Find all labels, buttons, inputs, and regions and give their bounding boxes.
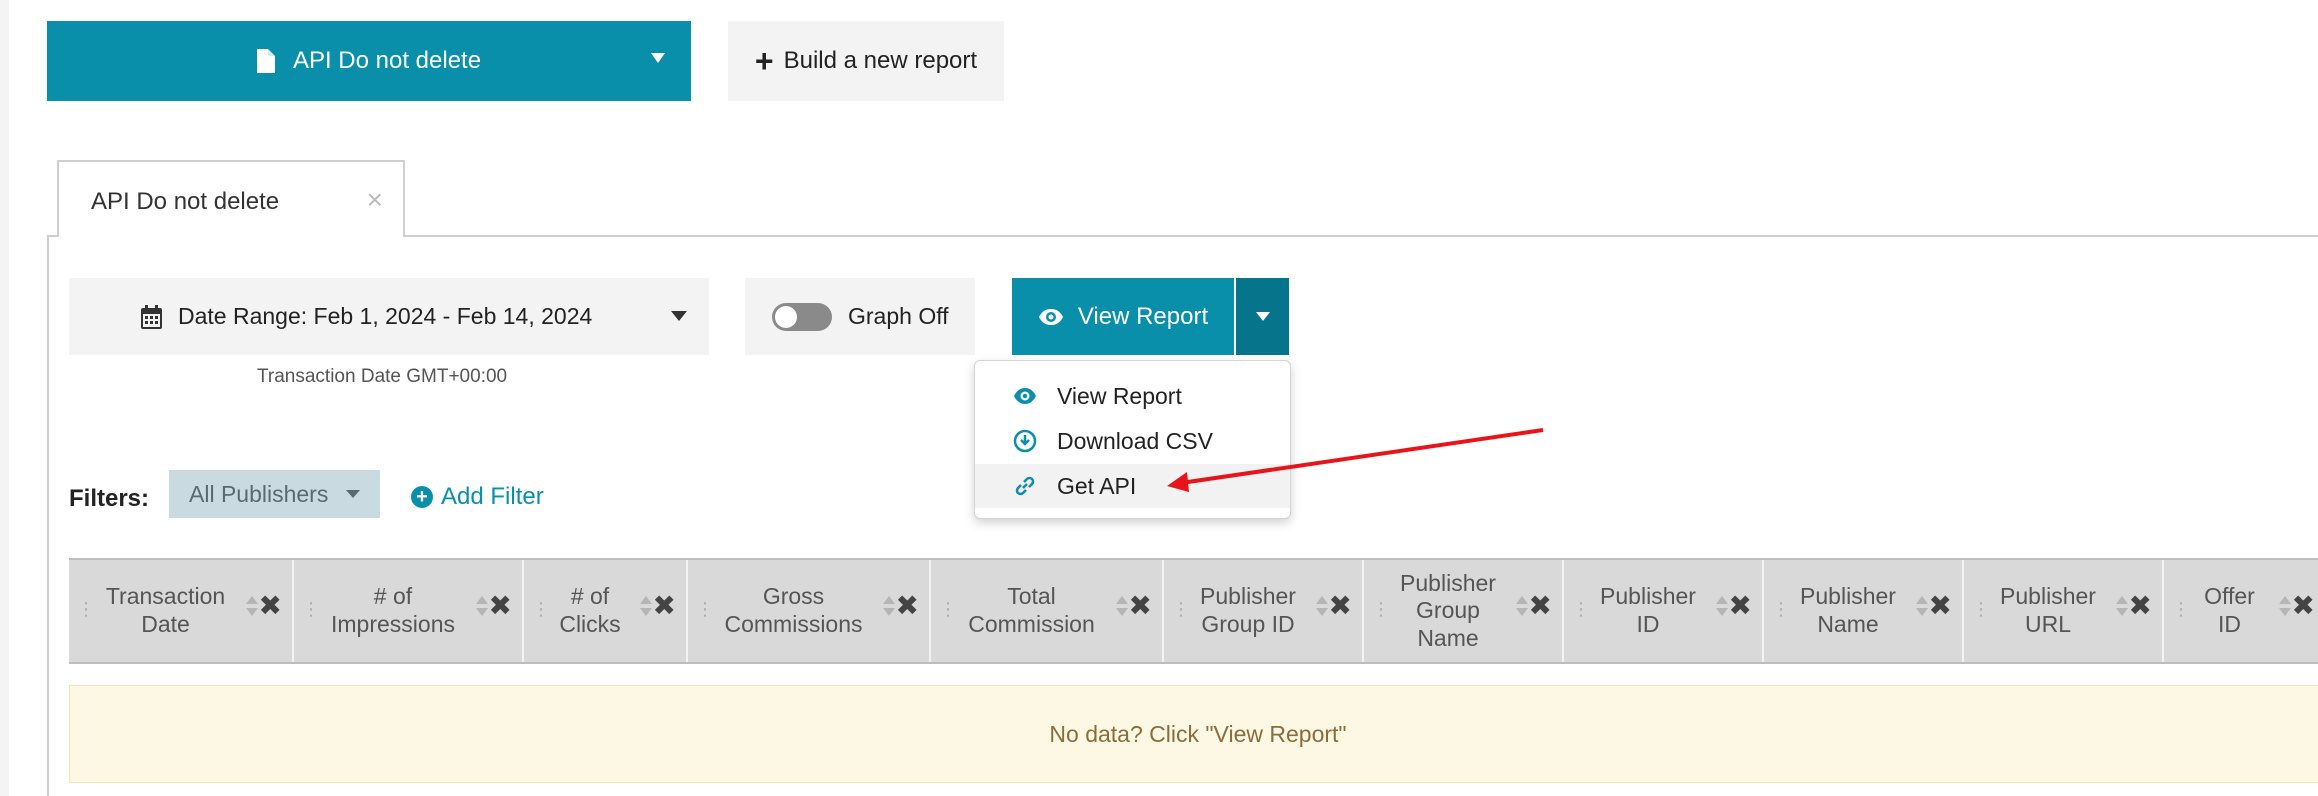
toggle-knob bbox=[775, 305, 797, 328]
column-offer-id[interactable]: ⋮ Offer ID ✖ bbox=[2164, 560, 2318, 662]
column-label: Gross Commissions bbox=[724, 583, 863, 637]
view-report-label: View Report bbox=[1077, 302, 1209, 330]
column-label: Publisher Name bbox=[1800, 583, 1896, 637]
link-icon bbox=[1013, 474, 1037, 498]
remove-column-icon[interactable]: ✖ bbox=[1929, 592, 1952, 620]
graph-toggle[interactable]: Graph Off bbox=[745, 278, 975, 355]
caret-down-icon bbox=[1256, 312, 1270, 321]
column-gross-commissions[interactable]: ⋮ Gross Commissions ✖ bbox=[688, 560, 931, 662]
caret-down-icon bbox=[671, 311, 687, 321]
column-total-commission[interactable]: ⋮ Total Commission ✖ bbox=[931, 560, 1164, 662]
column-label: Offer ID bbox=[2204, 583, 2255, 637]
add-filter-label: Add Filter bbox=[441, 483, 544, 510]
column-publisher-group-id[interactable]: ⋮ Publisher Group ID ✖ bbox=[1164, 560, 1364, 662]
column-publisher-name[interactable]: ⋮ Publisher Name ✖ bbox=[1764, 560, 1964, 662]
report-table-header: ⋮ Transaction Date ✖ ⋮ # of Impressions … bbox=[69, 558, 2318, 664]
caret-down-icon bbox=[346, 490, 360, 498]
date-range-picker[interactable]: Date Range: Feb 1, 2024 - Feb 14, 2024 bbox=[69, 278, 709, 355]
remove-column-icon[interactable]: ✖ bbox=[1529, 592, 1552, 620]
all-publishers-filter[interactable]: All Publishers bbox=[169, 470, 380, 518]
add-filter-link[interactable]: + Add Filter bbox=[411, 483, 544, 511]
column-label: Publisher Group ID bbox=[1200, 583, 1296, 637]
column-label: Publisher Group Name bbox=[1400, 569, 1496, 651]
graph-toggle-label: Graph Off bbox=[848, 303, 949, 329]
view-report-dropdown-toggle[interactable] bbox=[1236, 278, 1289, 355]
panel-left-border bbox=[47, 235, 49, 796]
filters-label: Filters: bbox=[69, 485, 150, 512]
column-label: # of Impressions bbox=[331, 583, 455, 637]
empty-state-message: No data? Click "View Report" bbox=[69, 685, 2318, 783]
remove-column-icon[interactable]: ✖ bbox=[653, 592, 676, 620]
annotation-arrow bbox=[1167, 428, 1544, 492]
transaction-date-note: Transaction Date GMT+00:00 bbox=[257, 366, 508, 387]
remove-column-icon[interactable]: ✖ bbox=[1329, 592, 1352, 620]
view-report-button[interactable]: View Report bbox=[1012, 278, 1234, 355]
remove-column-icon[interactable]: ✖ bbox=[1729, 592, 1752, 620]
remove-column-icon[interactable]: ✖ bbox=[896, 592, 919, 620]
tab-api-do-not-delete[interactable]: API Do not delete × bbox=[57, 160, 405, 237]
menu-item-label: View Report bbox=[1057, 382, 1182, 409]
eye-icon bbox=[1038, 308, 1064, 326]
report-select-dropdown[interactable]: API Do not delete bbox=[47, 21, 691, 101]
remove-column-icon[interactable]: ✖ bbox=[259, 592, 282, 620]
toggle-switch[interactable] bbox=[772, 302, 832, 331]
column-clicks[interactable]: ⋮ # of Clicks ✖ bbox=[524, 560, 688, 662]
column-label: Transaction Date bbox=[105, 583, 226, 637]
remove-column-icon[interactable]: ✖ bbox=[489, 592, 512, 620]
column-transaction-date[interactable]: ⋮ Transaction Date ✖ bbox=[69, 560, 294, 662]
build-new-report-label: Build a new report bbox=[783, 47, 978, 74]
close-icon[interactable]: × bbox=[367, 184, 383, 216]
eye-icon bbox=[1013, 384, 1037, 408]
column-label: # of Clicks bbox=[559, 583, 621, 637]
remove-column-icon[interactable]: ✖ bbox=[1129, 592, 1152, 620]
remove-column-icon[interactable]: ✖ bbox=[2292, 592, 2315, 620]
build-new-report-button[interactable]: + Build a new report bbox=[728, 21, 1004, 101]
menu-item-label: Get API bbox=[1057, 472, 1137, 499]
plus-icon: + bbox=[754, 43, 774, 79]
column-publisher-group-name[interactable]: ⋮ Publisher Group Name ✖ bbox=[1364, 560, 1564, 662]
column-label: Total Commission bbox=[968, 583, 1095, 637]
column-impressions[interactable]: ⋮ # of Impressions ✖ bbox=[294, 560, 524, 662]
caret-down-icon bbox=[651, 53, 665, 63]
column-label: Publisher ID bbox=[1600, 583, 1696, 637]
plus-circle-icon: + bbox=[411, 486, 433, 508]
column-publisher-id[interactable]: ⋮ Publisher ID ✖ bbox=[1564, 560, 1764, 662]
remove-column-icon[interactable]: ✖ bbox=[2129, 592, 2152, 620]
report-select-label: API Do not delete bbox=[292, 47, 482, 74]
date-range-label: Date Range: Feb 1, 2024 - Feb 14, 2024 bbox=[178, 303, 593, 329]
calendar-icon bbox=[141, 304, 162, 329]
document-icon bbox=[256, 49, 275, 73]
column-label: Publisher URL bbox=[2000, 583, 2096, 637]
tab-label: API Do not delete bbox=[91, 188, 280, 215]
report-page: API Do not delete + Build a new report A… bbox=[9, 0, 2318, 796]
all-publishers-label: All Publishers bbox=[189, 480, 329, 507]
download-circle-icon bbox=[1013, 429, 1037, 453]
column-publisher-url[interactable]: ⋮ Publisher URL ✖ bbox=[1964, 560, 2164, 662]
menu-item-view-report[interactable]: View Report bbox=[975, 374, 1290, 418]
